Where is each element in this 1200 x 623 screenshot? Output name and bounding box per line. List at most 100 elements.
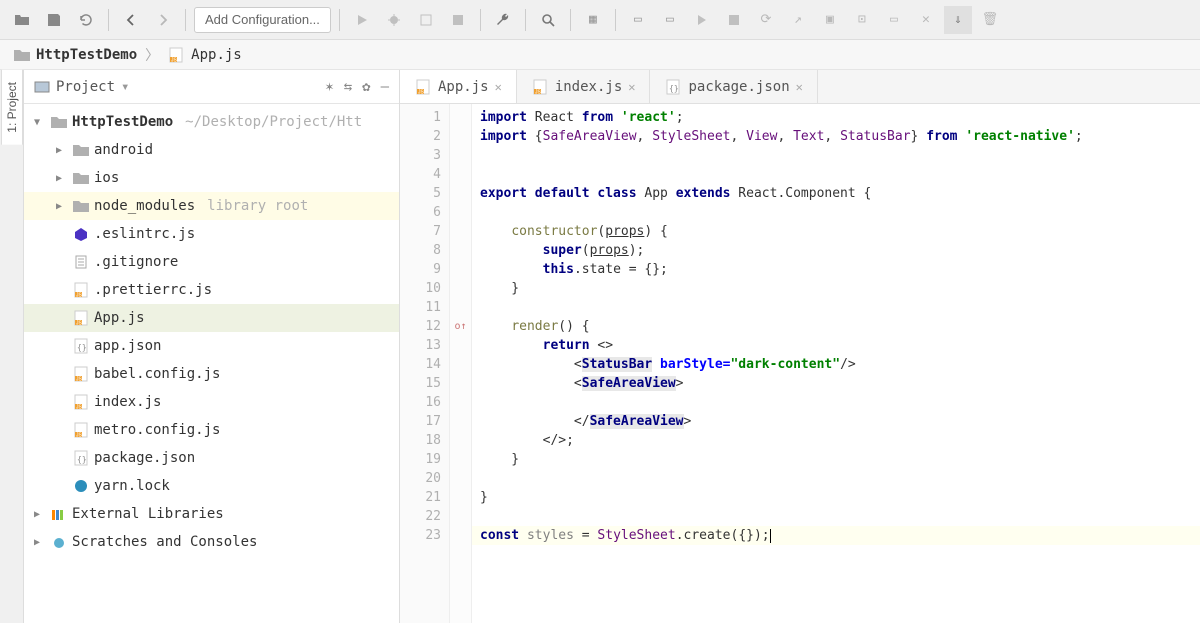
js-icon: JS: [72, 309, 90, 327]
project-panel-title[interactable]: Project: [56, 79, 115, 95]
js-icon: JS: [72, 365, 90, 383]
left-sidebar: 1: Project: [0, 70, 24, 623]
library-icon: [50, 505, 68, 523]
tree-external-libs[interactable]: ▶External Libraries: [24, 500, 399, 528]
stop-icon[interactable]: [444, 6, 472, 34]
project-scope-icon: [34, 80, 50, 94]
editor-tab[interactable]: JSApp.js✕: [400, 70, 517, 103]
tree-scratches[interactable]: ▶Scratches and Consoles: [24, 528, 399, 556]
svg-text:JS: JS: [76, 405, 83, 411]
attach-stop-icon[interactable]: [720, 6, 748, 34]
project-panel: Project ▾ ✶ ⇆ ✿ — ▼HttpTestDemo~/Desktop…: [24, 70, 400, 623]
js-icon: JS: [72, 281, 90, 299]
avd-icon[interactable]: ▦: [579, 6, 607, 34]
editor-tab[interactable]: JSindex.js✕: [517, 70, 651, 103]
svg-text:JS: JS: [171, 57, 178, 63]
open-icon[interactable]: [8, 6, 36, 34]
js-file-icon: JS: [167, 46, 185, 64]
tree-item[interactable]: JSmetro.config.js: [24, 416, 399, 444]
device-icon[interactable]: ▭: [656, 6, 684, 34]
line-number-gutter: 1234567891011121314151617181920212223: [400, 104, 450, 623]
more1-icon[interactable]: ▭: [880, 6, 908, 34]
folder-icon: [72, 169, 90, 187]
breadcrumb-file[interactable]: JS App.js: [167, 46, 242, 64]
main-toolbar: Add Configuration... ▦ ▭ ▭ ⟳ ↗ ▣ ⊡ ▭ ✕ ⇓…: [0, 0, 1200, 40]
svg-text:{}: {}: [669, 84, 679, 93]
svg-text:JS: JS: [76, 433, 83, 439]
text-icon: [72, 253, 90, 271]
save-icon[interactable]: [40, 6, 68, 34]
tree-item[interactable]: ▶ios: [24, 164, 399, 192]
folder-icon: [50, 113, 68, 131]
expand-icon[interactable]: ⇆: [344, 79, 352, 95]
gear-icon[interactable]: ✿: [362, 79, 370, 95]
tree-item[interactable]: {}package.json: [24, 444, 399, 472]
close-tab-icon[interactable]: ✕: [628, 80, 635, 94]
hide-panel-icon[interactable]: —: [381, 79, 389, 95]
close-tab-icon[interactable]: ✕: [495, 80, 502, 94]
scratches-icon: [50, 533, 68, 551]
js-icon: JS: [72, 421, 90, 439]
apply-icon[interactable]: ⟳: [752, 6, 780, 34]
run-icon[interactable]: [348, 6, 376, 34]
tree-item[interactable]: yarn.lock: [24, 472, 399, 500]
code-content[interactable]: import React from 'react'; import {SafeA…: [472, 104, 1200, 623]
layout-icon[interactable]: ▣: [816, 6, 844, 34]
svg-text:JS: JS: [76, 293, 83, 299]
marker-gutter: o↑: [450, 104, 472, 623]
js-file-icon: JS: [414, 78, 432, 96]
chevron-down-icon[interactable]: ▾: [121, 79, 129, 95]
folder-icon: [72, 197, 90, 215]
project-panel-header: Project ▾ ✶ ⇆ ✿ —: [24, 70, 399, 104]
coverage-icon[interactable]: [412, 6, 440, 34]
sdk-icon[interactable]: ▭: [624, 6, 652, 34]
tree-item[interactable]: ▶node_moduleslibrary root: [24, 192, 399, 220]
json-icon: {}: [72, 449, 90, 467]
breadcrumb-root[interactable]: HttpTestDemo: [14, 47, 137, 63]
attach-debug-icon[interactable]: ⊡: [848, 6, 876, 34]
attach-run-icon[interactable]: [688, 6, 716, 34]
tree-item[interactable]: JSApp.js: [24, 304, 399, 332]
close-tab-icon[interactable]: ✕: [796, 80, 803, 94]
run-config-select[interactable]: Add Configuration...: [194, 7, 331, 33]
folder-icon: [72, 141, 90, 159]
import-icon[interactable]: ⇓: [944, 6, 972, 34]
sidebar-tab-project[interactable]: 1: Project: [1, 70, 23, 145]
reload-icon[interactable]: [72, 6, 100, 34]
tree-item[interactable]: ▶android: [24, 136, 399, 164]
svg-text:{}: {}: [77, 343, 87, 352]
project-tree[interactable]: ▼HttpTestDemo~/Desktop/Project/Htt▶andro…: [24, 104, 399, 623]
tree-item[interactable]: .gitignore: [24, 248, 399, 276]
tree-item[interactable]: JSindex.js: [24, 388, 399, 416]
tree-item[interactable]: .eslintrc.js: [24, 220, 399, 248]
tree-item[interactable]: JSbabel.config.js: [24, 360, 399, 388]
js-icon: JS: [72, 393, 90, 411]
back-icon[interactable]: [117, 6, 145, 34]
search-icon[interactable]: [534, 6, 562, 34]
json-icon: {}: [72, 337, 90, 355]
close-proj-icon[interactable]: ✕: [912, 6, 940, 34]
tree-root[interactable]: ▼HttpTestDemo~/Desktop/Project/Htt: [24, 108, 399, 136]
editor-tab[interactable]: {}package.json✕: [650, 70, 817, 103]
editor-area: JSApp.js✕JSindex.js✕{}package.json✕ 1234…: [400, 70, 1200, 623]
breadcrumb: HttpTestDemo 〉 JS App.js: [0, 40, 1200, 70]
debug-icon[interactable]: [380, 6, 408, 34]
code-editor[interactable]: 1234567891011121314151617181920212223 o↑…: [400, 104, 1200, 623]
tree-item[interactable]: JS.prettierrc.js: [24, 276, 399, 304]
locate-icon[interactable]: ✶: [325, 79, 333, 95]
tree-item[interactable]: {}app.json: [24, 332, 399, 360]
svg-text:{}: {}: [77, 455, 87, 464]
yarn-icon: [72, 477, 90, 495]
wrench-icon[interactable]: [489, 6, 517, 34]
profiler-icon[interactable]: ↗: [784, 6, 812, 34]
trash-icon[interactable]: 🗑: [976, 6, 1004, 34]
editor-tabs: JSApp.js✕JSindex.js✕{}package.json✕: [400, 70, 1200, 104]
json-file-icon: {}: [664, 78, 682, 96]
svg-text:JS: JS: [76, 377, 83, 383]
eslint-icon: [72, 225, 90, 243]
svg-text:JS: JS: [76, 321, 83, 327]
svg-text:JS: JS: [418, 89, 425, 95]
svg-text:JS: JS: [535, 89, 542, 95]
forward-icon[interactable]: [149, 6, 177, 34]
chevron-right-icon: 〉: [145, 45, 159, 65]
